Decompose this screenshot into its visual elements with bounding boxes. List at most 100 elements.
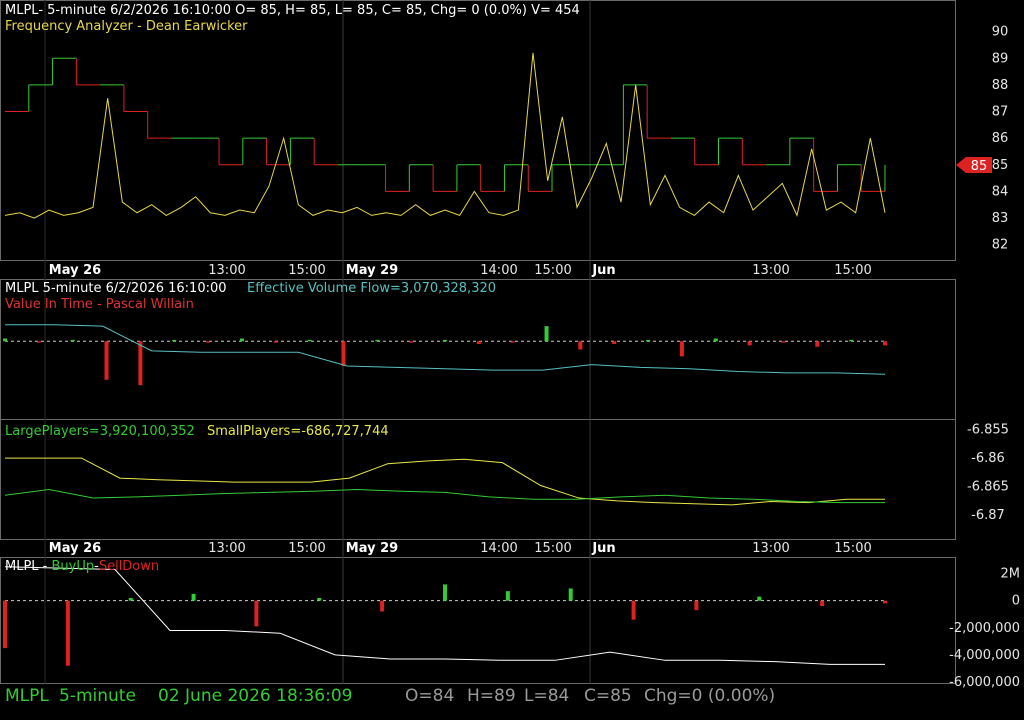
large-players-line bbox=[4, 488, 885, 504]
status-symbol: MLPL bbox=[5, 686, 49, 706]
selldown-label: SellDown bbox=[99, 559, 159, 574]
buyup-bar bbox=[757, 596, 762, 601]
buyup-bar bbox=[128, 597, 133, 601]
flow-bar bbox=[646, 339, 651, 342]
buyup-bar bbox=[443, 584, 447, 601]
date-tick-label: 13:00 bbox=[752, 541, 789, 556]
flow-bar bbox=[815, 341, 820, 347]
price-axis-tick: 86 bbox=[992, 131, 1009, 146]
flow-panel bbox=[3, 324, 887, 386]
price-axis-tick: 85 bbox=[992, 158, 1009, 173]
flow-bar bbox=[239, 338, 244, 342]
date-tick-label: 15:00 bbox=[288, 263, 325, 278]
date-tick-label: 13:00 bbox=[208, 263, 245, 278]
flow-bar bbox=[104, 341, 109, 380]
buyup-axis-tick: 2M bbox=[1001, 567, 1021, 582]
buyup-axis-tick: -4,000,000 bbox=[949, 648, 1020, 663]
flow-bar bbox=[476, 341, 481, 344]
price-axis-tick: 84 bbox=[992, 184, 1009, 199]
flow-panel-header: MLPL 5-minute 6/2/2026 16:10:00 bbox=[5, 281, 227, 296]
status-interval: 5-minute bbox=[59, 686, 136, 706]
price-axis-tick: 83 bbox=[992, 211, 1009, 226]
buyup-panel-legend: MLPL - BuyUp-SellDown bbox=[5, 559, 159, 574]
flow-bar bbox=[679, 341, 684, 357]
players-axis-tick: -6.87 bbox=[971, 508, 1005, 523]
flow-bar bbox=[443, 339, 447, 342]
buyup-bar bbox=[65, 600, 70, 666]
price-panel-frame bbox=[0, 0, 956, 261]
players-axis-tick: -6.865 bbox=[967, 480, 1009, 495]
buyup-bar bbox=[317, 597, 322, 601]
flow-bar bbox=[206, 341, 211, 343]
status-change: Chg=0 (0.00%) bbox=[644, 686, 776, 706]
buyup-bar bbox=[883, 600, 887, 604]
flow-panel-study2: Value In Time - Pascal Willain bbox=[5, 297, 194, 312]
status-close: C=85 bbox=[584, 686, 632, 706]
flow-bar bbox=[307, 339, 312, 342]
date-tick-label: 14:00 bbox=[480, 541, 517, 556]
date-tick-label: 15:00 bbox=[834, 541, 871, 556]
date-tick-label: 14:00 bbox=[480, 263, 517, 278]
price-tag-label: 85 bbox=[971, 159, 988, 174]
price-panel-study: Frequency Analyzer - Dean Earwicker bbox=[5, 19, 248, 34]
flow-bar bbox=[544, 326, 549, 342]
status-bar: MLPL 5-minute 02 June 2026 18:36:09 O=84… bbox=[0, 684, 1024, 720]
flow-bar bbox=[510, 341, 515, 343]
status-high: H=89 bbox=[467, 686, 516, 706]
date-tick-label: 15:00 bbox=[534, 541, 571, 556]
flow-bar bbox=[273, 341, 278, 343]
buyup-label: BuyUp bbox=[52, 559, 95, 574]
flow-bar bbox=[409, 341, 414, 343]
buyup-bar bbox=[3, 600, 7, 649]
price-panel bbox=[4, 52, 886, 219]
flow-bar bbox=[747, 341, 752, 346]
players-panel bbox=[4, 457, 885, 506]
buyup-bar bbox=[380, 600, 385, 612]
date-tick-label: May 26 bbox=[49, 541, 101, 556]
flow-bar bbox=[138, 341, 143, 386]
buyup-prefix: MLPL - bbox=[5, 559, 52, 574]
price-axis-tick: 87 bbox=[992, 105, 1009, 120]
flow-bar bbox=[172, 339, 177, 342]
date-tick-label: May 26 bbox=[49, 263, 101, 278]
buyup-bar bbox=[631, 600, 636, 620]
flow-bar bbox=[70, 339, 75, 342]
buyup-bar bbox=[191, 593, 196, 601]
flow-bar bbox=[375, 339, 380, 342]
buyup-cumulative-line bbox=[4, 566, 885, 665]
flow-bar bbox=[883, 341, 887, 346]
flow-bar bbox=[849, 339, 854, 342]
price-tag: 85 bbox=[956, 157, 992, 174]
small-players-label: SmallPlayers=-686,727,744 bbox=[207, 424, 389, 439]
gridlines bbox=[44, 0, 591, 684]
date-tick-label: 15:00 bbox=[834, 263, 871, 278]
buyup-axis-tick: -2,000,000 bbox=[949, 621, 1020, 636]
flow-bar bbox=[3, 338, 7, 342]
flow-bar bbox=[341, 341, 346, 366]
buyup-bar bbox=[254, 600, 259, 627]
flow-bar bbox=[781, 341, 786, 343]
flow-bar bbox=[36, 341, 41, 343]
flow-bar bbox=[713, 338, 718, 342]
large-players-label: LargePlayers=3,920,100,352 bbox=[5, 424, 195, 439]
players-axis-tick: -6.86 bbox=[971, 451, 1005, 466]
date-axis-top: May 26 13:00 15:00 May 29 14:00 15:00 Jun 13:00… bbox=[49, 263, 872, 278]
date-tick-label: 15:00 bbox=[288, 541, 325, 556]
date-tick-label: 13:00 bbox=[208, 541, 245, 556]
date-tick-label: Jun bbox=[591, 263, 615, 278]
flow-bar bbox=[578, 341, 583, 350]
chart-stage: 85 MLPL- 5-minute 6/2/2026 16:10:00 O= 8… bbox=[0, 0, 1020, 690]
date-axis-bottom: May 26 13:00 15:00 May 29 14:00 15:00 Jun 13:00… bbox=[49, 541, 872, 556]
status-datetime: 02 June 2026 18:36:09 bbox=[158, 686, 353, 706]
status-open: O=84 bbox=[405, 686, 455, 706]
buyup-bar bbox=[694, 600, 699, 611]
price-axis-tick: 82 bbox=[992, 238, 1009, 253]
buyup-panel bbox=[3, 566, 887, 666]
buyup-panel-frame bbox=[0, 557, 956, 684]
y-axes: 82 83 84 85 86 87 88 89 90 -6.855 -6.86 -6.865 -6.87… bbox=[949, 25, 1020, 690]
status-low: L=84 bbox=[524, 686, 570, 706]
date-tick-label: May 29 bbox=[346, 541, 398, 556]
price-axis-tick: 88 bbox=[992, 78, 1009, 93]
frequency-oscillator-line bbox=[4, 52, 886, 219]
price-panel-header: MLPL- 5-minute 6/2/2026 16:10:00 O= 85, … bbox=[5, 3, 580, 18]
